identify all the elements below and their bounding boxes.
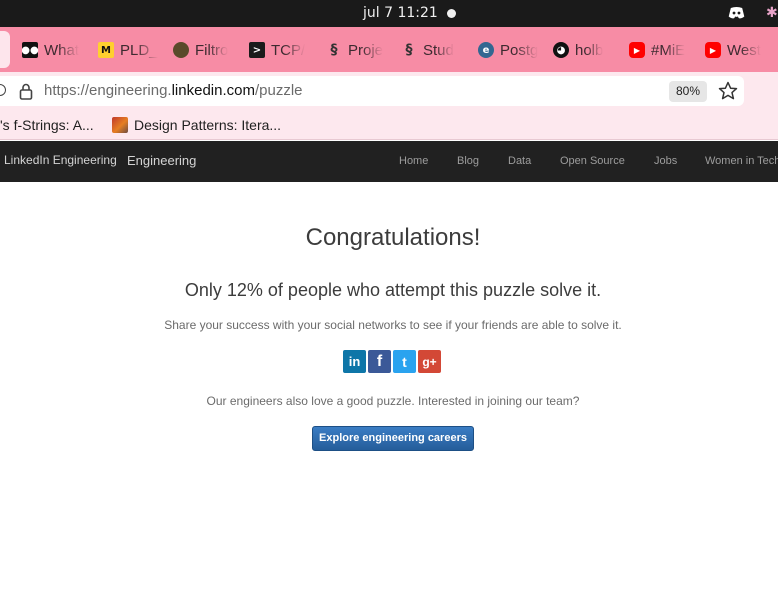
system-clock[interactable]: jul 7 11:21 (363, 5, 438, 21)
tab-label: Postg (500, 41, 538, 59)
terminal-icon: > (249, 42, 265, 58)
tab-7[interactable]: ◕ holb (553, 40, 611, 60)
nav-women-in-tech[interactable]: Women in Tech (705, 155, 778, 167)
bookmark-item[interactable]: Design Patterns: Itera... (112, 117, 281, 133)
tab-6[interactable]: e Postg (478, 40, 538, 60)
tab-4[interactable]: § Proje (326, 40, 384, 60)
tab-label: West (727, 41, 761, 59)
discord-tray-icon[interactable] (728, 6, 745, 20)
miro-icon: M (98, 42, 114, 58)
social-share-buttons: in f t g+ (343, 350, 441, 373)
nav-data[interactable]: Data (508, 155, 531, 167)
lock-icon[interactable] (18, 83, 34, 100)
holberton-icon: § (330, 42, 338, 58)
page-title: Congratulations! (305, 224, 481, 251)
url-prefix: https://engineering. (44, 82, 172, 99)
linkedin-share-icon[interactable]: in (343, 350, 366, 373)
tab-8[interactable]: ▶ #MiE (629, 40, 687, 60)
avatar-icon (173, 42, 189, 58)
bookmark-star-icon[interactable] (718, 81, 738, 101)
share-prompt: Share your success with your social netw… (164, 318, 622, 332)
tab-9[interactable]: ▶ West (705, 40, 775, 60)
twitter-share-icon[interactable]: t (393, 350, 416, 373)
url-path: /puzzle (254, 82, 303, 99)
zoom-level-badge[interactable]: 80% (669, 81, 707, 102)
site-info-icon[interactable] (0, 84, 6, 96)
url-domain: linkedin.com (171, 82, 255, 99)
notification-dot-icon (447, 9, 456, 18)
bookmark-label: 's f-Strings: A... (0, 117, 94, 133)
tab-label: Stud (423, 41, 454, 59)
holberton-icon: § (405, 42, 413, 58)
googleplus-share-icon[interactable]: g+ (418, 350, 441, 373)
settings-tray-icon[interactable]: ✱ (766, 5, 778, 21)
medium-icon: ●● (22, 42, 39, 58)
tab-label: Proje (348, 41, 384, 59)
solve-rate-text: Only 12% of people who attempt this puzz… (184, 280, 602, 300)
tab-5[interactable]: § Stud (401, 40, 459, 60)
nav-open-source[interactable]: Open Source (560, 155, 625, 167)
url-text[interactable]: https://engineering.linkedin.com/puzzle (44, 82, 303, 99)
github-icon: ◕ (553, 42, 569, 58)
nav-home[interactable]: Home (399, 155, 428, 167)
explore-careers-button[interactable]: Explore engineering careers (312, 426, 474, 451)
site-header: LinkedIn Engineering Engineering Home Bl… (0, 141, 778, 182)
site-section-title[interactable]: Engineering (127, 153, 196, 168)
tab-0[interactable]: ●● What (22, 40, 84, 60)
bookmark-label: Design Patterns: Itera... (134, 117, 282, 133)
tab-2[interactable]: Filtro (173, 40, 233, 60)
tab-label: PLD_ (120, 41, 158, 59)
browser-tab-strip: ●● What M PLD_ Filtro > TCP/ § Proje § S… (0, 27, 778, 72)
active-tab[interactable] (0, 31, 10, 68)
navigation-toolbar: https://engineering.linkedin.com/puzzle … (0, 72, 778, 110)
tab-3[interactable]: > TCP/ (249, 40, 307, 60)
puzzle-result-panel: Congratulations! Only 12% of people who … (0, 182, 778, 594)
careers-prompt: Our engineers also love a good puzzle. I… (206, 394, 580, 408)
postgres-icon: e (478, 42, 494, 58)
os-top-bar: jul 7 11:21 ✱ (0, 0, 778, 27)
bookmarks-bar: 's f-Strings: A... Design Patterns: Iter… (0, 110, 778, 140)
tab-1[interactable]: M PLD_ (98, 40, 158, 60)
nav-jobs[interactable]: Jobs (654, 155, 677, 167)
tab-label: holb (575, 41, 604, 59)
tab-label: TCP/ (271, 41, 306, 59)
nav-blog[interactable]: Blog (457, 155, 479, 167)
youtube-icon: ▶ (629, 42, 645, 58)
youtube-icon: ▶ (705, 42, 721, 58)
tab-label: What (44, 41, 80, 59)
site-logo[interactable]: LinkedIn Engineering (4, 153, 117, 167)
bookmark-item[interactable]: 's f-Strings: A... (0, 117, 94, 133)
tab-label: #MiE (651, 41, 686, 59)
address-bar[interactable]: https://engineering.linkedin.com/puzzle … (0, 76, 744, 106)
facebook-share-icon[interactable]: f (368, 350, 391, 373)
tab-label: Filtro (195, 41, 229, 59)
bookmark-favicon-icon (112, 117, 128, 133)
